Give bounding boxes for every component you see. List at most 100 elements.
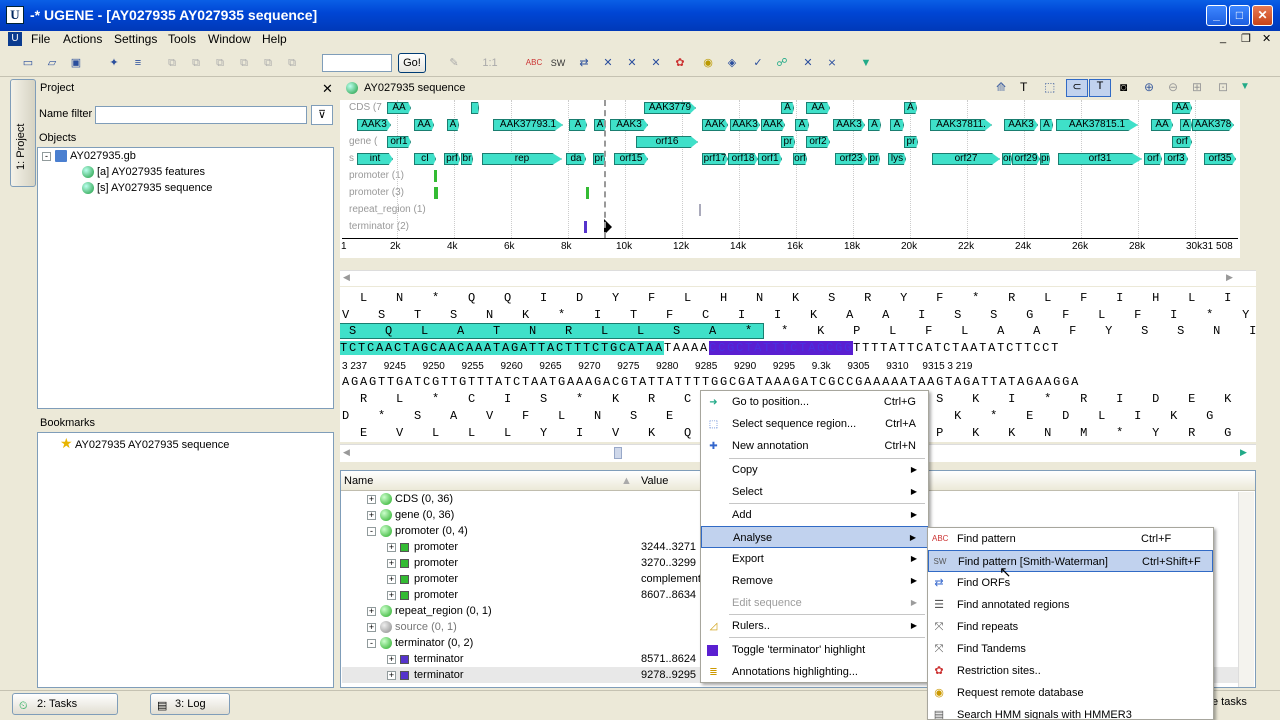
submenu-find-tandems[interactable]: ⤧ Find Tandems [928,638,1213,660]
tree-item-sequence[interactable]: [s] AY027935 sequence [82,182,212,195]
column-value[interactable]: Value [641,471,668,491]
translate-icon[interactable]: ⧉ [282,53,302,73]
smith-waterman-icon[interactable]: SW [548,53,568,73]
annotation-item-selected[interactable]: + terminator [387,669,464,681]
feature[interactable]: br [461,153,473,165]
export-icon[interactable]: ⧉ [258,53,278,73]
name-filter-input[interactable] [95,106,307,124]
close-button[interactable]: ✕ [1252,5,1273,26]
feature[interactable]: A [890,119,904,131]
toggle-graphs-icon[interactable]: ⟰ [996,80,1006,94]
feature[interactable]: orf23 [835,153,867,165]
collapse-icon[interactable]: - [42,151,51,161]
scroll-left-icon[interactable]: ◀ [343,272,350,283]
feature[interactable]: AAK37793.1 [493,119,563,131]
feature[interactable]: pr [781,136,795,148]
cut-icon[interactable]: ⧉ [210,53,230,73]
annotation-group[interactable]: - promoter (0, 4) [367,525,468,538]
feature[interactable]: orf1 [387,136,411,148]
close-panel-icon[interactable]: ✕ [322,81,333,97]
feature[interactable]: orf15 [614,153,648,165]
feature[interactable]: orf18 [728,153,758,165]
feature[interactable]: AAK3 [730,119,760,131]
workflow-icon[interactable]: ≡ [128,53,148,73]
feature[interactable]: prf17 [702,153,728,165]
repeat-mark[interactable] [699,204,701,216]
new-project-icon[interactable]: ▭ [18,53,38,73]
terminator-mark[interactable] [584,221,587,233]
zoom-full-icon[interactable]: ⊡ [1218,80,1228,94]
feature[interactable]: AA [387,102,411,114]
annotation-item[interactable]: + promoter [387,573,458,585]
paste-icon[interactable]: ⧉ [186,53,206,73]
promoter-mark[interactable] [586,187,589,199]
project-side-tab[interactable]: 1: Project [10,79,36,187]
feature[interactable]: A [868,119,881,131]
menu-select[interactable]: Select ▶ [701,481,928,503]
go-button[interactable]: Go! [398,53,426,73]
menu-remove[interactable]: Remove ▶ [701,570,928,592]
toggle-font-icon[interactable]: T [1020,80,1027,94]
feature[interactable]: orf2 [806,136,830,148]
column-name[interactable]: Name [344,471,373,491]
menu-annotations-highlighting[interactable]: ≣ Annotations highlighting... [701,661,928,683]
feature[interactable]: rep [482,153,562,165]
annotation-group[interactable]: - terminator (0, 2) [367,637,473,650]
feature[interactable]: AA [1151,119,1173,131]
overview-scrollbar[interactable]: ◀ ▶ [340,270,1256,286]
menu-new-annotation[interactable]: ✚ New annotation Ctrl+N [701,435,928,457]
dup-icon[interactable]: ⧉ [234,53,254,73]
submenu-find-orfs[interactable]: ⇄ Find ORFs [928,572,1213,594]
copy-icon[interactable]: ⧉ [162,53,182,73]
feature[interactable]: orf3 [1164,153,1188,165]
annotation-overview[interactable]: CDS (7 gene ( s promoter (1) promoter (3… [340,100,1240,238]
menu-toggle-terminator[interactable]: Toggle 'terminator' highlight [701,639,928,661]
annotation-item[interactable]: + terminator [387,653,464,665]
feature[interactable]: A [1040,119,1053,131]
annotation-group[interactable]: + gene (0, 36) [367,509,454,522]
show-details-icon[interactable]: T [1089,79,1111,97]
feature[interactable]: da [566,153,586,165]
feature[interactable]: orf [1144,153,1162,165]
feature[interactable]: orf1 [758,153,782,165]
hmm-icon[interactable]: ☍ [772,53,792,73]
menu-go-to-position[interactable]: ➜ Go to position... Ctrl+G [701,391,928,413]
mdi-minimize-icon[interactable]: _ [1220,32,1226,44]
panel-menu-icon[interactable]: ▼ [1240,81,1250,92]
scroll-right-icon[interactable]: ▶ [1226,272,1233,283]
submenu-find-annotated-regions[interactable]: ☰ Find annotated regions [928,594,1213,616]
remote-db-icon[interactable]: ◉ [698,53,718,73]
annotation-group[interactable]: + CDS (0, 36) [367,493,453,506]
menu-window[interactable]: Window [208,32,251,46]
annotations-scrollbar[interactable] [1238,492,1254,687]
menu-select-region[interactable]: ⬚ Select sequence region... Ctrl+A [701,413,928,435]
promoter-mark[interactable] [434,187,438,199]
submenu-find-pattern-sw[interactable]: SW Find pattern [Smith-Waterman] Ctrl+Shif… [928,550,1213,572]
tandems-icon[interactable]: ✕ [622,53,642,73]
scroll-thumb[interactable] [614,447,622,459]
feature[interactable]: orf16 [636,136,698,148]
feature[interactable]: A [447,119,459,131]
primer-icon[interactable]: ✓ [748,53,768,73]
mdi-close-icon[interactable]: ✕ [1262,32,1271,45]
feature[interactable]: AAK37811. [930,119,992,131]
camera-icon[interactable]: ◙ [1120,80,1127,94]
submenu-find-repeats[interactable]: ⤧ Find repeats [928,616,1213,638]
log-tab[interactable]: ▤ 3: Log [150,693,230,715]
tool-icon[interactable]: ✕ [798,53,818,73]
feature[interactable]: int [357,153,393,165]
annotation-group[interactable]: + source (0, 1) [367,621,457,634]
feature[interactable]: AA [414,119,434,131]
minimize-button[interactable]: _ [1206,5,1227,26]
promoter-mark[interactable] [434,170,437,182]
maximize-button[interactable]: □ [1229,5,1250,26]
submenu-find-pattern[interactable]: ABC Find pattern Ctrl+F [928,528,1213,550]
feature[interactable]: cI [414,153,436,165]
feature[interactable]: A [781,102,794,114]
align-icon[interactable]: ✕ [646,53,666,73]
submenu-hmmer3[interactable]: ▤ Search HMM signals with HMMER3 [928,704,1213,719]
feature[interactable]: orf29 [1012,153,1040,165]
menu-rulers[interactable]: ◿ Rulers.. ▶ [701,615,928,637]
edit-pen-icon[interactable]: ✎ [444,53,464,73]
feature[interactable]: AAK [702,119,728,131]
